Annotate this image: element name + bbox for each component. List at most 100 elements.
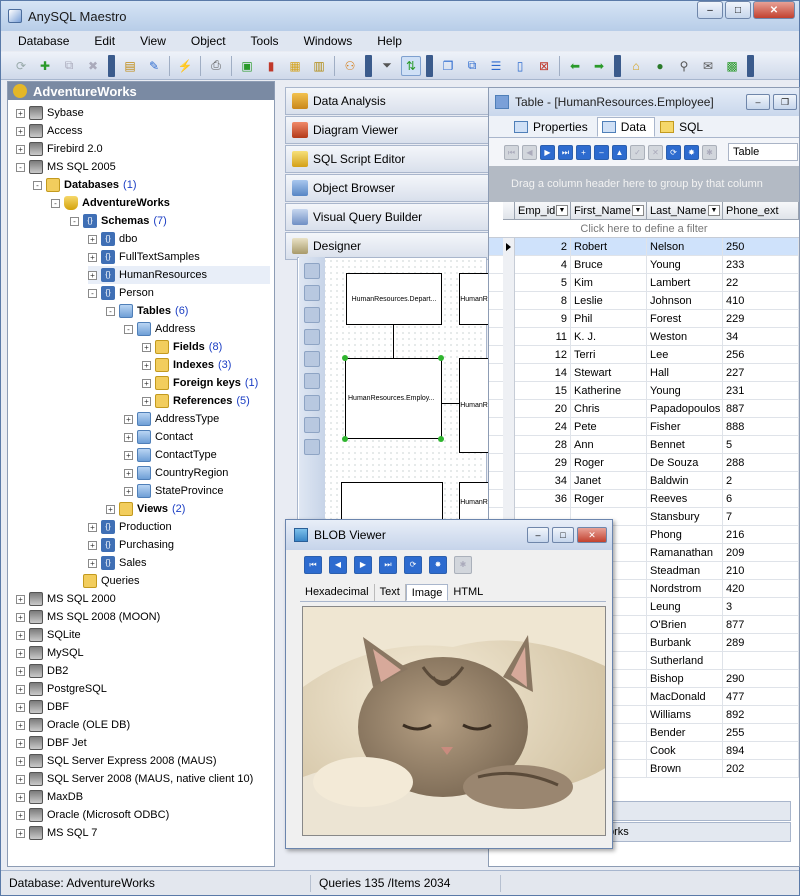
zoom-tool-icon[interactable] <box>304 417 320 433</box>
tree-node[interactable]: -{} Schemas (7) <box>70 212 167 230</box>
blob-minimize-button[interactable]: – <box>527 527 549 543</box>
expand-icon[interactable]: + <box>16 720 25 730</box>
table-cell[interactable]: Leung <box>647 598 723 616</box>
refresh-data-icon[interactable]: ⟳ <box>666 144 681 160</box>
print-icon[interactable]: ⎙ <box>206 56 226 76</box>
table-cell[interactable]: Nordstrom <box>647 580 723 598</box>
tree-node[interactable]: + Sybase <box>16 104 84 122</box>
edit-icon[interactable]: ✎ <box>144 56 164 76</box>
tab-sql-script-editor[interactable]: SQL Script Editor <box>285 145 491 173</box>
table-cell[interactable]: Lambert <box>647 274 723 292</box>
new-window-icon[interactable]: ❐ <box>438 56 458 76</box>
selection-handle[interactable] <box>438 355 444 361</box>
collapse-icon[interactable]: - <box>51 198 60 208</box>
tree-node[interactable]: + DBF <box>16 698 69 716</box>
tree-node[interactable]: + MaxDB <box>16 788 83 806</box>
table-cell[interactable]: Pete <box>571 418 647 436</box>
table-cell[interactable]: Roger <box>571 490 647 508</box>
selection-handle[interactable] <box>438 436 444 442</box>
toolbar-grip-4[interactable] <box>614 54 621 77</box>
table-cell[interactable]: 11 <box>515 328 571 346</box>
expand-icon[interactable]: + <box>16 648 25 658</box>
cascade-icon[interactable]: ⧉ <box>462 56 482 76</box>
view-mode-select[interactable]: Table <box>728 143 798 161</box>
expand-icon[interactable]: + <box>16 702 25 712</box>
tab-designer[interactable]: Designer <box>285 232 491 260</box>
table-cell[interactable]: 288 <box>723 454 799 472</box>
expand-icon[interactable]: + <box>16 612 25 622</box>
tree-node[interactable]: + {} dbo <box>88 230 137 248</box>
tree-node[interactable]: + {} Purchasing <box>88 536 174 554</box>
collapse-icon[interactable]: - <box>16 162 25 172</box>
tab-sql[interactable]: SQL <box>655 117 712 137</box>
diagram-entity[interactable]: HumanR <box>459 273 489 325</box>
refresh-icon[interactable]: ⟳ <box>11 56 31 76</box>
row-indicator[interactable] <box>503 472 515 490</box>
table-cell[interactable]: Bender <box>647 724 723 742</box>
table-row[interactable]: 28 Ann Bennet 5 <box>489 436 799 454</box>
tile-vertical-icon[interactable]: ▯ <box>510 56 530 76</box>
tab-image[interactable]: Image <box>405 584 449 601</box>
connect-icon[interactable]: ⚇ <box>340 56 360 76</box>
tree-node[interactable]: + Fields (8) <box>142 338 222 356</box>
table-cell[interactable]: 5 <box>723 436 799 454</box>
toolbar-grip[interactable] <box>108 54 115 77</box>
table-cell[interactable]: K. J. <box>571 328 647 346</box>
back-icon[interactable]: ⬅ <box>565 56 585 76</box>
table-cell[interactable] <box>723 652 799 670</box>
insert-record-icon[interactable]: + <box>576 144 591 160</box>
table-cell[interactable]: 3 <box>723 598 799 616</box>
column-filter-dropdown-icon[interactable]: ▼ <box>708 205 720 216</box>
expand-icon[interactable]: + <box>16 126 25 136</box>
row-indicator[interactable] <box>503 382 515 400</box>
table-row[interactable]: 9 Phil Forest 229 <box>489 310 799 328</box>
tree-node[interactable]: + SQL Server 2008 (MAUS, native client 10… <box>16 770 253 788</box>
table-cell[interactable]: 2 <box>515 238 571 256</box>
table-row[interactable]: 11 K. J. Weston 34 <box>489 328 799 346</box>
table-cell[interactable]: 36 <box>515 490 571 508</box>
row-indicator[interactable] <box>503 346 515 364</box>
first-record-icon[interactable]: ⏮ <box>504 144 519 160</box>
toolbar-grip-5[interactable] <box>747 54 754 77</box>
expand-icon[interactable]: + <box>124 450 133 460</box>
tree-node[interactable]: + Firebird 2.0 <box>16 140 103 158</box>
table-window-minimize-button[interactable]: – <box>746 94 770 110</box>
table-row[interactable]: 34 Janet Baldwin 2 <box>489 472 799 490</box>
layout-tool-icon[interactable] <box>304 351 320 367</box>
diagram-entity[interactable]: HumanResources.Employ... <box>345 358 442 439</box>
cancel-record-icon[interactable]: ✕ <box>648 144 663 160</box>
tree-node[interactable]: -{} Person <box>88 284 154 302</box>
grid-corner[interactable] <box>503 202 515 220</box>
sort-icon[interactable]: ⇅ <box>401 55 421 76</box>
expand-icon[interactable]: + <box>16 810 25 820</box>
row-indicator[interactable] <box>503 400 515 418</box>
tree-node[interactable]: + SQLite <box>16 626 81 644</box>
blob-last-icon[interactable]: ⏭ <box>379 556 397 574</box>
table-cell[interactable]: 210 <box>723 562 799 580</box>
table-cell[interactable]: 420 <box>723 580 799 598</box>
properties-icon[interactable]: ▤ <box>120 56 140 76</box>
next-record-icon[interactable]: ▶ <box>540 144 555 160</box>
tree-node[interactable]: - Databases (1) <box>33 176 137 194</box>
expand-icon[interactable]: + <box>16 630 25 640</box>
table-cell[interactable]: Cook <box>647 742 723 760</box>
expand-icon[interactable]: + <box>16 684 25 694</box>
tree-node[interactable]: + Indexes (3) <box>142 356 231 374</box>
table-cell[interactable]: Johnson <box>647 292 723 310</box>
diagram-entity[interactable]: HumanR <box>459 482 489 522</box>
expand-icon[interactable]: + <box>142 360 151 370</box>
table-cell[interactable]: 20 <box>515 400 571 418</box>
tree-node[interactable]: - MS SQL 2005 <box>16 158 116 176</box>
table-cell[interactable]: Stansbury <box>647 508 723 526</box>
expand-icon[interactable]: + <box>88 270 97 280</box>
table-cell[interactable]: 227 <box>723 364 799 382</box>
home-icon[interactable]: ⌂ <box>626 56 646 76</box>
package-icon[interactable]: ▦ <box>285 56 305 76</box>
tree-node[interactable]: + DB2 <box>16 662 68 680</box>
tree-node[interactable]: + Contact <box>124 428 193 446</box>
blob-maximize-button[interactable]: □ <box>552 527 574 543</box>
blob-apply-icon[interactable]: ✸ <box>429 556 447 574</box>
post-record-icon[interactable]: ✓ <box>630 144 645 160</box>
table-cell[interactable]: 250 <box>723 238 799 256</box>
table-cell[interactable]: 894 <box>723 742 799 760</box>
